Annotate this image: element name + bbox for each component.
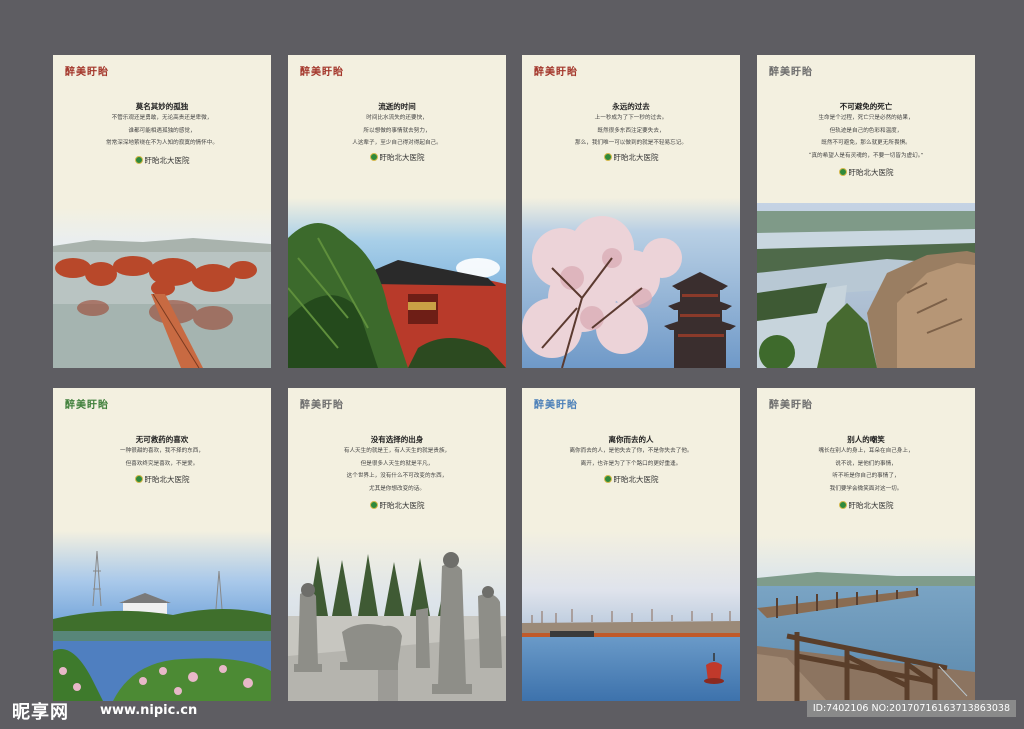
hospital-logo-icon — [603, 153, 612, 161]
hospital-logo-line: 盱眙北大医院 — [288, 500, 506, 511]
hospital-logo-line: 盱眙北大医院 — [53, 155, 271, 166]
hospital-logo-line: 盱眙北大医院 — [53, 474, 271, 485]
poster-title: 离你而去的人 — [608, 435, 654, 444]
poster-text: 一种很甜的喜欢，我不择的东西， 但喜欢终究是喜欢，不是爱。 — [120, 448, 204, 467]
hospital-logo-icon — [369, 153, 378, 161]
poster-text: 生命是个过程，死亡只是必然的结果， 但轨迹是自己的色彩和温度， 既然不可避免，那么就… — [808, 115, 924, 159]
poster-card-3: 醉美盱眙 永远的过去 上一秒成为了下一秒的过去。 既然很多东西注定要失去， 那么，我… — [522, 55, 740, 368]
brand-title: 醉美盱眙 — [534, 67, 578, 78]
hospital-logo-icon — [838, 168, 847, 176]
poster-title: 流逝的时间 — [378, 102, 416, 111]
hospital-logo-line: 盱眙北大医院 — [757, 167, 975, 178]
poster-text: 嘴长在别人的身上，耳朵在自己身上， 说不说，是他们的事情， 听不听是你自己的事情了，… — [818, 448, 914, 492]
hospital-logo-line: 盱眙北大医院 — [522, 152, 740, 163]
poster-text: 时间比水流失的还要快， 所以想做的事情就去努力， 人这辈子，至少自己得对得起自己。 — [352, 115, 442, 146]
poster-card-2: 醉美盱眙 流逝的时间 时间比水流失的还要快， 所以想做的事情就去努力， 人这辈子，至… — [288, 55, 506, 368]
poster-card-6: 醉美盱眙 没有选择的出身 有人天生的就是王，有人天生的就是贵族， 但是很多人天生的… — [288, 388, 506, 701]
pond-and-flowers-icon — [53, 531, 271, 701]
blossom-and-pagoda-icon — [522, 198, 740, 368]
poster-card-4: 醉美盱眙 不可避免的死亡 生命是个过程，死亡只是必然的结果， 但轨迹是自己的色彩和… — [757, 55, 975, 368]
hospital-logo-line: 盱眙北大医院 — [522, 474, 740, 485]
poster-card-5: 醉美盱眙 无可救药的喜欢 一种很甜的喜欢，我不择的东西， 但喜欢终究是喜欢，不是爱… — [53, 388, 271, 701]
poster-title: 没有选择的出身 — [370, 435, 424, 444]
poster-title: 无可救药的喜欢 — [135, 435, 189, 444]
brand-title: 醉美盱眙 — [300, 67, 344, 78]
brand-title: 醉美盱眙 — [65, 67, 109, 78]
brand-title: 醉美盱眙 — [534, 400, 578, 411]
poster-card-7: 醉美盱眙 离你而去的人 离你而去的人，是他失去了你，不是你失去了他。 离开，也许是… — [522, 388, 740, 701]
poster-card-8: 醉美盱眙 别人的嘲笑 嘴长在别人的身上，耳朵在自己身上， 说不说，是他们的事情，听… — [757, 388, 975, 701]
hospital-logo-icon — [369, 501, 378, 509]
site-url-link[interactable]: www.nipic.cn — [100, 703, 197, 718]
poster-text: 不管乐观还是勇敢，无论高贵还是卑微， 谁都可能相遇孤独的感觉， 常常深深地萦绕在不为… — [106, 115, 218, 146]
brand-title: 醉美盱眙 — [769, 400, 813, 411]
poster-title: 莫名其妙的孤独 — [135, 102, 189, 111]
poster-title: 永远的过去 — [612, 102, 650, 111]
wooden-pier-icon — [757, 536, 975, 701]
site-logo[interactable]: 昵享网 — [12, 698, 69, 724]
poster-title: 不可避免的死亡 — [839, 102, 893, 111]
brand-title: 醉美盱眙 — [300, 400, 344, 411]
hospital-logo-icon — [134, 475, 143, 483]
poster-text: 有人天生的就是王，有人天生的就是贵族， 但是很多人天生的就是平凡， 这个世界上，没有… — [343, 448, 451, 492]
red-trees-lake-boardwalk-icon — [53, 208, 271, 368]
cliff-and-river-icon — [757, 203, 975, 368]
brand-title: 醉美盱眙 — [65, 400, 109, 411]
lake-and-buoy-icon — [522, 531, 740, 701]
poster-text: 上一秒成为了下一秒的过去。 既然很多东西注定要失去， 那么，我们唯一可以做到的就是不… — [575, 115, 687, 146]
hospital-logo-icon — [134, 156, 143, 164]
poster-card-1: 醉美盱眙 莫名其妙的孤独 不管乐观还是勇敢，无论高贵还是卑微， 谁都可能相遇孤独的… — [53, 55, 271, 368]
image-id-label: ID:7402106 NO:20170716163713863038 — [806, 700, 1016, 717]
hospital-logo-icon — [603, 475, 612, 483]
poster-title: 别人的嘲笑 — [847, 435, 885, 444]
hospital-logo-icon — [838, 501, 847, 509]
hospital-logo-line: 盱眙北大医院 — [757, 500, 975, 511]
hospital-logo-line: 盱眙北大医院 — [288, 152, 506, 163]
brand-title: 醉美盱眙 — [769, 67, 813, 78]
stone-statues-icon — [288, 536, 506, 701]
pine-and-temple-icon — [288, 198, 506, 368]
poster-text: 离你而去的人，是他失去了你，不是你失去了他。 离开，也许是为了下个路口的更好重逢。 — [569, 448, 693, 467]
